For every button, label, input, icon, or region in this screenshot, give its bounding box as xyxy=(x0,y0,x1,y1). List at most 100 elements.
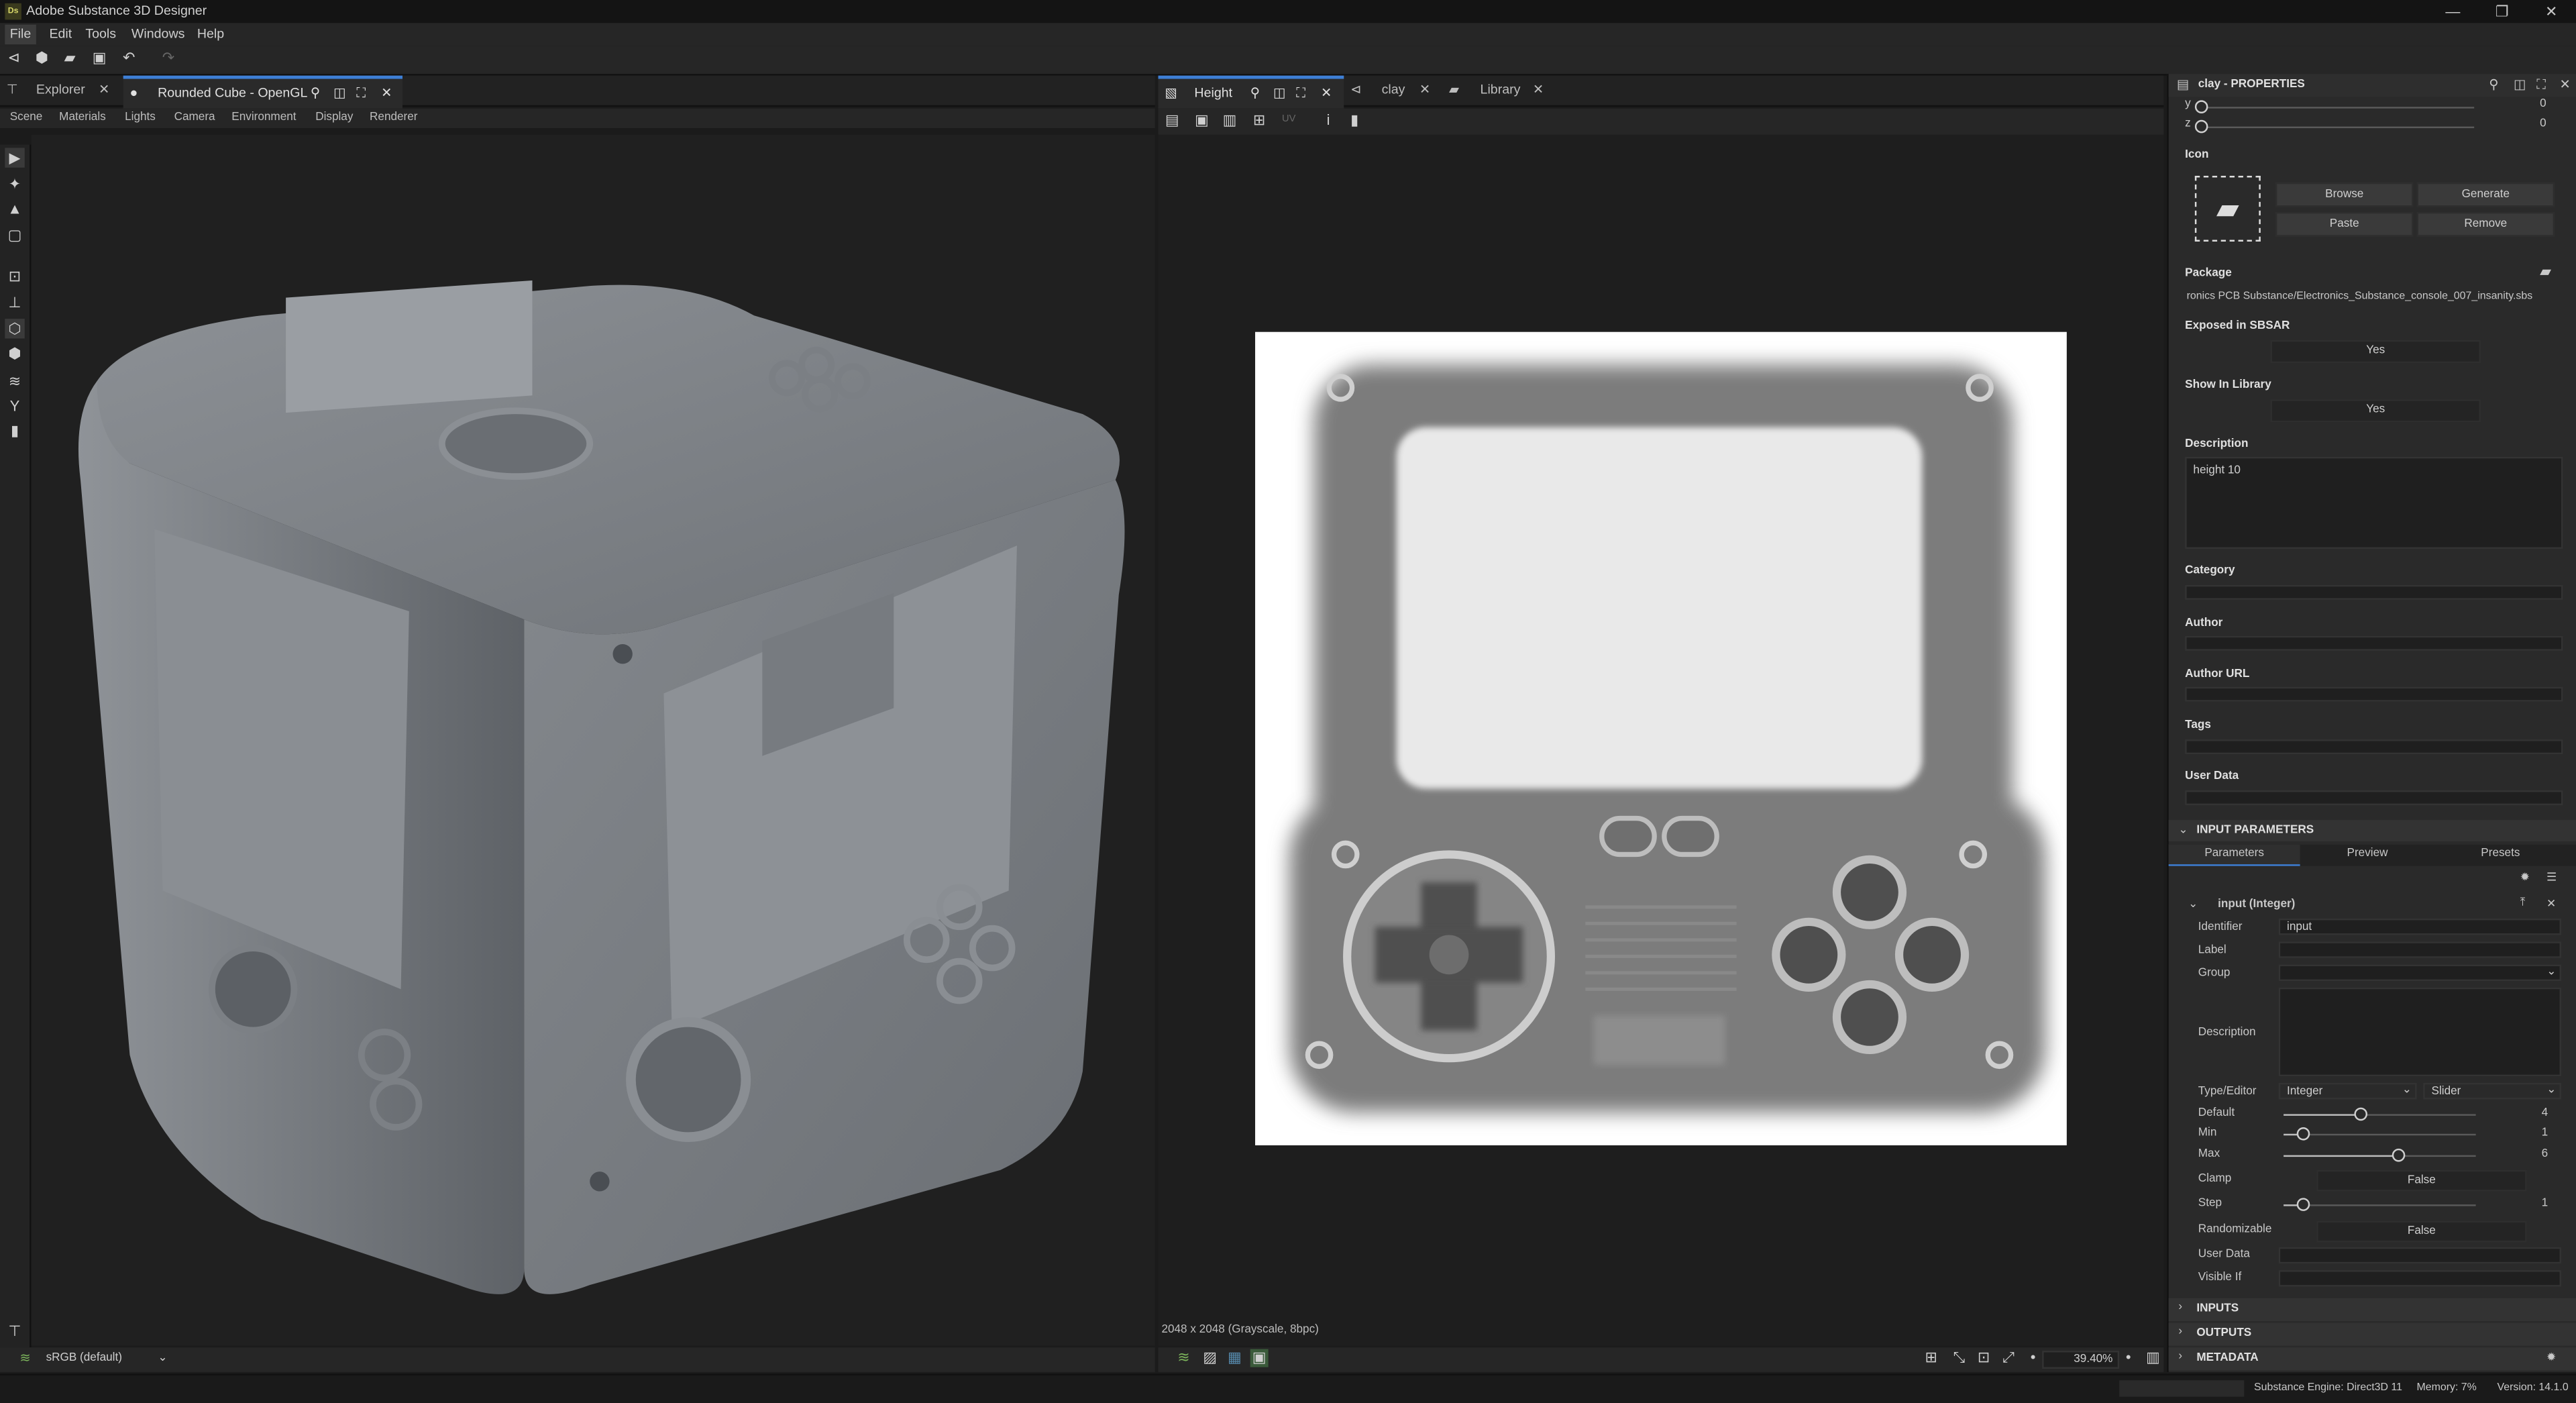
close-window-icon[interactable]: ✕ xyxy=(2527,1,2576,21)
close-explorer-icon[interactable]: ✕ xyxy=(99,76,109,105)
branch-icon[interactable]: Y xyxy=(5,396,24,415)
package-folder-icon[interactable]: ▰ xyxy=(2540,263,2551,281)
menu-windows[interactable]: Windows xyxy=(127,25,190,44)
tab-parameters[interactable]: Parameters xyxy=(2168,844,2300,866)
label-field[interactable] xyxy=(2278,941,2561,958)
visible-if-field[interactable] xyxy=(2278,1270,2561,1287)
close-library-icon[interactable]: ✕ xyxy=(1533,76,1544,105)
float-icon[interactable]: ◫ xyxy=(1273,79,1286,109)
identifier-field[interactable]: input xyxy=(2278,918,2561,935)
maximize-icon[interactable]: ⛶ xyxy=(2536,77,2546,93)
group-select[interactable]: ⌄ xyxy=(2278,964,2561,982)
y-slider[interactable] xyxy=(2201,107,2475,109)
user-data-field[interactable] xyxy=(2185,790,2563,806)
close-tab-icon[interactable]: ✕ xyxy=(381,79,392,109)
expand-icon[interactable]: ⤢ xyxy=(1999,1349,2017,1367)
inputs-section[interactable]: › INPUTS xyxy=(2168,1298,2576,1321)
param-user-data-field[interactable] xyxy=(2278,1247,2561,1264)
new-package-icon[interactable]: ⬢ xyxy=(33,49,51,67)
tab-explorer[interactable]: Explorer xyxy=(36,76,85,105)
delete-param-icon[interactable]: ✕ xyxy=(2546,897,2556,911)
close-tab-icon[interactable]: ✕ xyxy=(1321,79,1332,109)
tab-3d-view[interactable]: ● Rounded Cube - OpenGL ⚲ ◫ ⛶ ✕ xyxy=(123,75,403,109)
normal-icon[interactable]: ▣ xyxy=(1250,1349,1269,1367)
wireframe-icon[interactable]: ⬢ xyxy=(5,344,24,363)
generate-button[interactable]: Generate xyxy=(2416,182,2555,207)
default-slider-knob[interactable] xyxy=(2354,1107,2368,1121)
icon-preview[interactable]: ▰ xyxy=(2194,176,2261,242)
tab-preview[interactable]: Preview xyxy=(2302,845,2433,864)
step-slider-knob[interactable] xyxy=(2296,1198,2310,1211)
histogram-icon[interactable]: ▮ xyxy=(1346,112,1364,130)
new-graph-icon[interactable]: ⊲ xyxy=(5,49,23,67)
copy-icon[interactable]: ▤ xyxy=(1163,112,1181,130)
menu-renderer[interactable]: Renderer xyxy=(370,110,417,126)
camera-icon[interactable]: ▶ xyxy=(5,148,25,168)
open-folder-icon[interactable]: ▰ xyxy=(61,49,79,67)
tab-presets[interactable]: Presets xyxy=(2434,845,2566,864)
tags-field[interactable] xyxy=(2185,739,2563,755)
category-field[interactable] xyxy=(2185,584,2563,600)
input-parameters-section[interactable]: ⌄ INPUT PARAMETERS xyxy=(2168,820,2576,841)
float-icon[interactable]: ◫ xyxy=(333,79,346,109)
close-clay-icon[interactable]: ✕ xyxy=(1419,76,1430,105)
outputs-section[interactable]: › OUTPUTS xyxy=(2168,1322,2576,1346)
author-field[interactable] xyxy=(2185,635,2563,651)
paste-button[interactable]: Paste xyxy=(2275,211,2414,237)
fit-icon[interactable]: ⤡ xyxy=(1950,1349,1968,1367)
pin-icon[interactable]: ⚲ xyxy=(2489,77,2498,92)
uv-icon[interactable]: UV xyxy=(1280,112,1298,130)
export-icon[interactable]: ⤒ xyxy=(2520,897,2526,911)
type-select[interactable]: Integer ⌄ xyxy=(2278,1082,2417,1100)
z-slider[interactable] xyxy=(2201,126,2475,129)
frame-icon[interactable]: ⊡ xyxy=(1975,1349,1993,1367)
show-library-toggle[interactable]: Yes xyxy=(2270,399,2481,423)
tab-library[interactable]: Library xyxy=(1481,76,1521,105)
description-field[interactable]: height 10 xyxy=(2185,456,2563,549)
grid-icon[interactable]: ⊞ xyxy=(1922,1349,1940,1367)
mesh-cube-icon[interactable]: ⬡ xyxy=(5,319,25,339)
undo-icon[interactable]: ↶ xyxy=(120,49,138,67)
minimize-icon[interactable]: — xyxy=(2428,1,2477,21)
save-image-icon[interactable]: ▣ xyxy=(1193,112,1211,130)
z-slider-knob[interactable] xyxy=(2194,119,2208,134)
info-icon[interactable]: i xyxy=(1320,112,1338,130)
zoom-input[interactable]: 39.40% xyxy=(2042,1351,2120,1369)
exposed-toggle[interactable]: Yes xyxy=(2270,340,2481,364)
restore-icon[interactable]: ❐ xyxy=(2477,1,2526,21)
layers-icon[interactable]: ≋ xyxy=(5,371,24,391)
tab-clay[interactable]: clay xyxy=(1382,76,1405,105)
gear-icon[interactable]: ✹ xyxy=(2520,871,2530,884)
alpha-icon[interactable]: ▨ xyxy=(1201,1349,1219,1367)
menu-edit[interactable]: Edit xyxy=(44,25,76,44)
axis-icon[interactable]: ⊥ xyxy=(5,293,24,312)
close-panel-icon[interactable]: ✕ xyxy=(2560,77,2571,92)
menu-tools[interactable]: Tools xyxy=(80,25,121,44)
light-icon[interactable]: ✦ xyxy=(5,174,24,194)
lock-icon[interactable]: ▥ xyxy=(2144,1349,2162,1367)
menu-scene[interactable]: Scene xyxy=(10,110,43,126)
chevron-down-icon[interactable]: ⌄ xyxy=(2188,897,2198,911)
histogram-icon[interactable]: ▮ xyxy=(5,421,24,440)
frame-icon[interactable]: ⊡ xyxy=(5,266,24,286)
3d-viewport[interactable] xyxy=(31,134,1155,1346)
min-slider-knob[interactable] xyxy=(2296,1127,2310,1141)
duplicate-icon[interactable]: ▥ xyxy=(1221,112,1239,130)
menu-camera[interactable]: Camera xyxy=(174,110,215,126)
min-slider[interactable] xyxy=(2284,1133,2476,1136)
remove-button[interactable]: Remove xyxy=(2416,211,2555,237)
y-slider-knob[interactable] xyxy=(2194,100,2208,113)
float-icon[interactable]: ◫ xyxy=(2514,77,2526,92)
metadata-section[interactable]: › METADATA ✹ xyxy=(2168,1347,2576,1371)
color-space-select[interactable]: sRGB (default) ⌄ xyxy=(39,1351,171,1369)
channels-icon[interactable]: ≋ xyxy=(1175,1349,1193,1367)
menu-materials[interactable]: Materials xyxy=(59,110,106,126)
pin-icon[interactable]: ⚲ xyxy=(311,79,320,109)
browse-button[interactable]: Browse xyxy=(2275,182,2414,207)
pin-icon[interactable]: ⚲ xyxy=(1250,79,1260,109)
clamp-toggle[interactable]: False xyxy=(2316,1170,2527,1192)
step-slider[interactable] xyxy=(2284,1204,2476,1206)
dock-icon[interactable]: ⊤ xyxy=(5,1321,24,1341)
2d-viewport[interactable]: 2048 x 2048 (Grayscale, 8bpc) xyxy=(1158,134,2164,1346)
screenshot-icon[interactable]: ▢ xyxy=(5,225,24,245)
